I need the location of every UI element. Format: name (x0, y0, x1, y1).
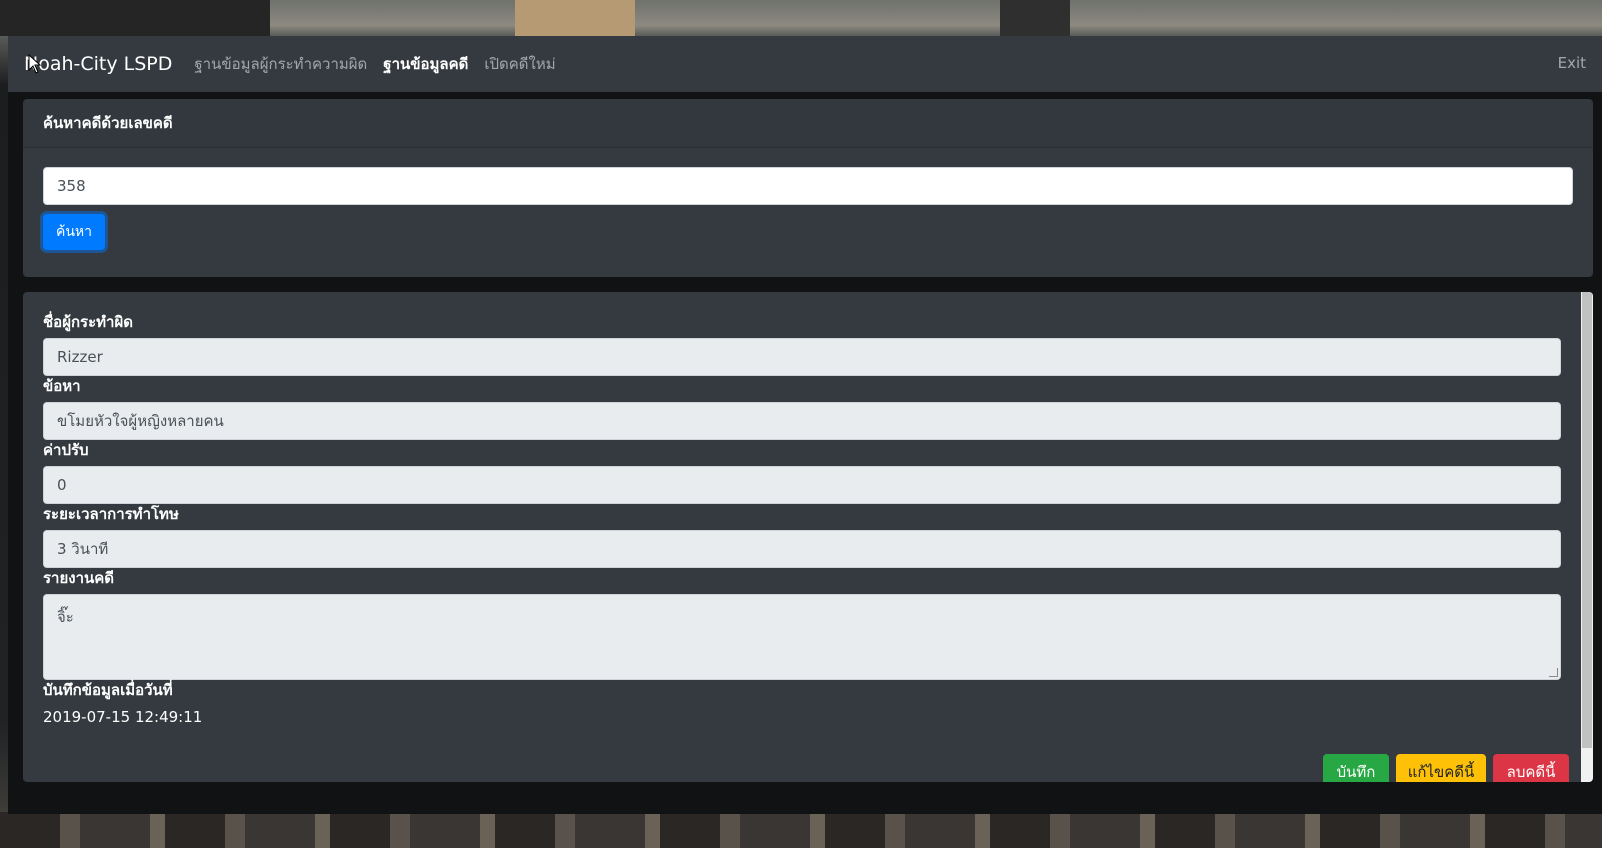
case-number-input[interactable]: 358 (43, 167, 1573, 205)
sentence-duration-field[interactable]: 3 วินาที (43, 530, 1561, 568)
case-report-label: รายงานคดี (43, 569, 115, 587)
case-report-text: จิ๊ะ (57, 608, 74, 626)
save-button[interactable]: บันทึก (1323, 754, 1389, 782)
delete-case-button[interactable]: ลบคดีนี้ (1493, 754, 1569, 782)
edit-case-button[interactable]: แก้ไขคดีนี้ (1396, 754, 1486, 782)
brand-title[interactable]: Noah-City LSPD (24, 53, 172, 75)
mouse-cursor-icon (28, 54, 42, 74)
search-button[interactable]: ค้นหา (43, 214, 105, 250)
background-shape (515, 0, 635, 38)
exit-link[interactable]: Exit (1558, 54, 1586, 72)
background-shape (0, 0, 270, 36)
fine-field[interactable]: 0 (43, 466, 1561, 504)
search-card-header: ค้นหาคดีด้วยเลขคดี (23, 99, 1593, 148)
background-shape (1000, 0, 1070, 38)
recorded-date-value: 2019-07-15 12:49:11 (43, 708, 203, 726)
case-detail-card: ชื่อผู้กระทำผิด Rizzer ข้อหา ขโมยหัวใจผู… (23, 292, 1593, 782)
charge-label: ข้อหา (43, 377, 81, 395)
charge-field[interactable]: ขโมยหัวใจผู้หญิงหลายคน (43, 402, 1561, 440)
navbar: Noah-City LSPD ฐานข้อมูลผู้กระทำความผิด … (8, 36, 1602, 92)
background-floor (0, 812, 1602, 848)
case-report-textarea[interactable]: จิ๊ะ (43, 594, 1561, 680)
resize-grip-icon[interactable] (1549, 668, 1558, 677)
fine-label: ค่าปรับ (43, 441, 89, 459)
offender-name-label: ชื่อผู้กระทำผิด (43, 313, 134, 331)
sentence-duration-label: ระยะเวลาการทำโทษ (43, 505, 179, 523)
search-card: ค้นหาคดีด้วยเลขคดี 358 ค้นหา (23, 99, 1593, 277)
offender-name-field[interactable]: Rizzer (43, 338, 1561, 376)
nav-offenders-database[interactable]: ฐานข้อมูลผู้กระทำความผิด (194, 52, 367, 76)
scrollbar[interactable] (1581, 292, 1593, 782)
app-window: Noah-City LSPD ฐานข้อมูลผู้กระทำความผิด … (8, 36, 1602, 814)
nav-cases-database[interactable]: ฐานข้อมูลคดี (383, 52, 468, 76)
nav-open-new-case[interactable]: เปิดคดีใหม่ (484, 52, 555, 76)
recorded-date-label: บันทึกข้อมูลเมื่อวันที่ (43, 681, 173, 699)
scrollbar-thumb[interactable] (1582, 292, 1592, 748)
